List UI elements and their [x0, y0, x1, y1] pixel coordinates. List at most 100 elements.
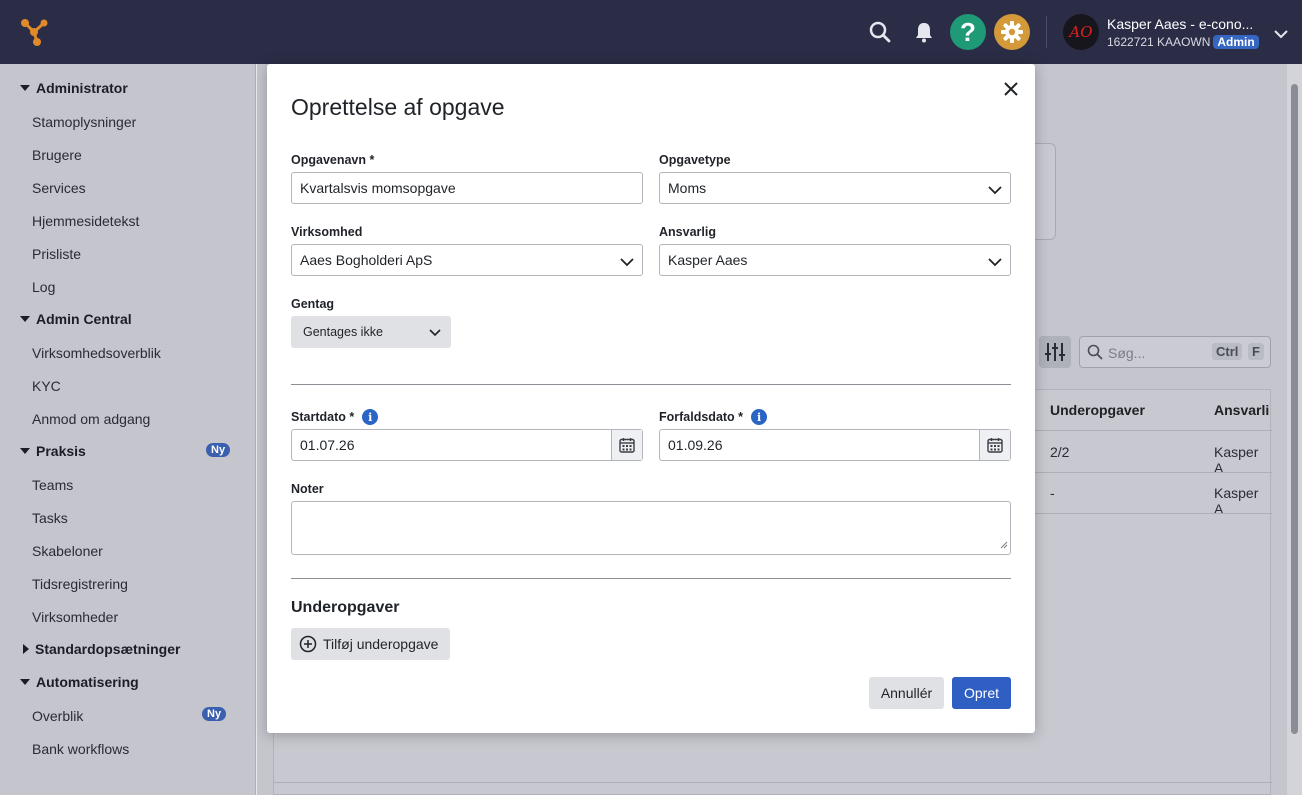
resize-handle-icon[interactable]: [1000, 536, 1008, 552]
cancel-button[interactable]: Annullér: [869, 677, 944, 709]
responsible-value: Kasper Aaes: [668, 252, 748, 268]
sidebar-item-anmod-om-adgang[interactable]: Anmod om adgang: [32, 411, 150, 427]
table-search-input[interactable]: Søg... Ctrl F: [1079, 336, 1271, 368]
user-account-line: 1622721 KAAOWN Admin: [1107, 35, 1259, 49]
topbar-divider: [1046, 16, 1047, 48]
notes-textarea[interactable]: [291, 501, 1011, 555]
sidebar-item-log[interactable]: Log: [32, 279, 55, 295]
sidebar-item-stamoplysninger[interactable]: Stamoplysninger: [32, 114, 136, 130]
start-date-input[interactable]: 01.07.26: [291, 429, 643, 461]
caret-down-icon: [20, 316, 30, 322]
chevron-down-icon: [429, 326, 441, 340]
caret-right-icon: [23, 644, 29, 654]
sidebar-item-kyc[interactable]: KYC: [32, 378, 61, 394]
chevron-down-icon: [620, 254, 634, 270]
gear-icon[interactable]: [994, 14, 1030, 50]
due-date-input[interactable]: 01.09.26: [659, 429, 1011, 461]
repeat-label: Gentag: [291, 297, 335, 311]
close-icon[interactable]: [1000, 78, 1022, 100]
scrollbar-thumb[interactable]: [1291, 84, 1298, 734]
caret-down-icon: [20, 448, 30, 454]
repeat-value: Gentages ikke: [303, 325, 383, 339]
sidebar: Administrator Stamoplysninger Brugere Se…: [0, 64, 256, 795]
sidebar-section-admin-central[interactable]: Admin Central: [20, 311, 132, 327]
search-icon[interactable]: [864, 16, 896, 48]
task-type-select[interactable]: Moms: [659, 172, 1011, 204]
responsible-label: Ansvarlig: [659, 225, 716, 239]
sidebar-item-skabeloner[interactable]: Skabeloner: [32, 543, 103, 559]
plus-circle-icon: [299, 635, 317, 653]
sidebar-section-praksis[interactable]: Praksis: [20, 443, 86, 459]
due-date-value: 01.09.26: [668, 437, 723, 453]
company-value: Aaes Bogholderi ApS: [300, 252, 433, 268]
task-name-input[interactable]: Kvartalsvis momsopgave: [291, 172, 643, 204]
page-scrollbar[interactable]: [1287, 64, 1302, 795]
sidebar-item-brugere[interactable]: Brugere: [32, 147, 82, 163]
start-date-label: Startdato * i: [291, 409, 379, 425]
caret-down-icon: [20, 85, 30, 91]
section-divider: [291, 384, 1011, 385]
column-header-underopgaver[interactable]: Underopgaver: [1050, 402, 1145, 418]
sidebar-section-label: Administrator: [36, 80, 128, 96]
table-cell: 2/2: [1050, 444, 1070, 460]
start-date-value: 01.07.26: [300, 437, 355, 453]
chevron-down-icon: [988, 254, 1002, 270]
sidebar-item-overblik[interactable]: Overblik: [32, 708, 83, 724]
dialog-title: Oprettelse af opgave: [291, 94, 505, 120]
sidebar-item-virksomhedsoverblik[interactable]: Virksomhedsoverblik: [32, 345, 161, 361]
sidebar-section-administrator[interactable]: Administrator: [20, 80, 128, 96]
new-badge: Ny: [202, 707, 227, 721]
sidebar-section-standardopsaetninger[interactable]: Standardopsætninger: [20, 641, 180, 657]
sidebar-section-automatisering[interactable]: Automatisering: [20, 674, 139, 690]
shortcut-ctrl: Ctrl: [1212, 343, 1243, 360]
section-divider: [291, 578, 1011, 579]
sidebar-item-hjemmesidetekst[interactable]: Hjemmesidetekst: [32, 213, 139, 229]
subtasks-heading: Underopgaver: [291, 599, 400, 616]
task-name-label: Opgavenavn *: [291, 153, 375, 167]
add-subtask-button[interactable]: Tilføj underopgave: [291, 628, 450, 660]
column-header-ansvarlig[interactable]: Ansvarli: [1214, 402, 1269, 418]
calendar-icon[interactable]: [611, 430, 642, 460]
sidebar-item-prisliste[interactable]: Prisliste: [32, 246, 81, 262]
add-subtask-label: Tilføj underopgave: [323, 636, 439, 652]
chevron-down-icon: [988, 182, 1002, 198]
sidebar-item-tasks[interactable]: Tasks: [32, 510, 68, 526]
row-divider: [274, 782, 1272, 783]
caret-down-icon: [20, 679, 30, 685]
user-account: 1622721 KAAOWN: [1107, 35, 1211, 49]
filter-sliders-icon[interactable]: [1039, 336, 1071, 368]
shortcut-f: F: [1248, 343, 1264, 360]
sidebar-section-label: Standardopsætninger: [35, 641, 181, 657]
due-date-label: Forfaldsdato * i: [659, 409, 768, 425]
responsible-select[interactable]: Kasper Aaes: [659, 244, 1011, 276]
help-icon[interactable]: ?: [950, 14, 986, 50]
create-button[interactable]: Opret: [952, 677, 1011, 709]
sidebar-section-label: Praksis: [36, 443, 86, 459]
sidebar-item-teams[interactable]: Teams: [32, 477, 73, 493]
sidebar-item-bank-workflows[interactable]: Bank workflows: [32, 741, 129, 757]
notes-label: Noter: [291, 482, 324, 496]
task-type-label: Opgavetype: [659, 153, 731, 167]
user-name[interactable]: Kasper Aaes - e-cono...: [1107, 16, 1253, 32]
info-icon[interactable]: i: [751, 409, 768, 425]
info-icon[interactable]: i: [362, 409, 379, 425]
bell-icon[interactable]: [908, 16, 940, 48]
avatar-initials: AO: [1069, 23, 1093, 41]
app-logo-icon[interactable]: [17, 15, 51, 49]
top-bar: ? AO Kasper Aaes - e-cono... 1622721 KAA…: [0, 0, 1302, 64]
sidebar-section-label: Admin Central: [36, 311, 132, 327]
table-cell: -: [1050, 485, 1055, 501]
calendar-icon[interactable]: [979, 430, 1010, 460]
sidebar-item-tidsregistrering[interactable]: Tidsregistrering: [32, 576, 128, 592]
repeat-select[interactable]: Gentages ikke: [291, 316, 451, 348]
sidebar-item-virksomheder[interactable]: Virksomheder: [32, 609, 118, 625]
sidebar-section-label: Automatisering: [36, 674, 139, 690]
new-badge: Ny: [206, 443, 231, 457]
create-task-dialog: Oprettelse af opgave Opgavenavn * Kvarta…: [267, 64, 1035, 733]
company-select[interactable]: Aaes Bogholderi ApS: [291, 244, 643, 276]
company-label: Virksomhed: [291, 225, 363, 239]
sidebar-item-services[interactable]: Services: [32, 180, 86, 196]
chevron-down-icon[interactable]: [1274, 26, 1288, 42]
avatar[interactable]: AO: [1063, 14, 1099, 50]
search-icon: [1087, 344, 1103, 363]
